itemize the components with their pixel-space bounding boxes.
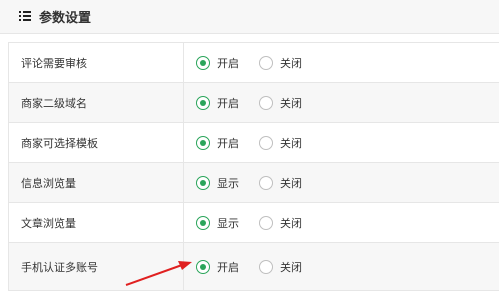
option-label: 关闭 [280,216,302,230]
option-label: 开启 [217,136,239,150]
option-label: 关闭 [280,96,302,110]
row-label: 商家二级域名 [9,83,184,122]
option-disable[interactable]: 关闭 [259,243,302,290]
settings-row-comment-review: 评论需要审核 开启 关闭 [9,43,499,83]
list-icon [19,11,31,22]
radio-button[interactable] [259,215,273,230]
row-label: 文章浏览量 [9,203,184,242]
option-disable[interactable]: 关闭 [259,123,302,162]
option-label: 开启 [217,56,239,70]
radio-button-selected[interactable] [196,215,210,230]
option-enable[interactable]: 开启 [196,43,239,82]
option-disable[interactable]: 关闭 [259,203,302,242]
option-show[interactable]: 显示 [196,203,239,242]
option-label: 关闭 [280,56,302,70]
settings-row-subdomain: 商家二级域名 开启 关闭 [9,83,499,123]
radio-button-selected[interactable] [196,95,210,110]
option-label: 显示 [217,176,239,190]
option-label: 开启 [217,96,239,110]
radio-button[interactable] [259,135,273,150]
option-disable[interactable]: 关闭 [259,43,302,82]
settings-row-info-views: 信息浏览量 显示 关闭 [9,163,499,203]
settings-row-phone-multi-account: 手机认证多账号 开启 关闭 [9,243,499,291]
row-label: 评论需要审核 [9,43,184,82]
option-disable[interactable]: 关闭 [259,163,302,202]
radio-button-selected[interactable] [196,55,210,70]
option-show[interactable]: 显示 [196,163,239,202]
option-disable[interactable]: 关闭 [259,83,302,122]
option-label: 显示 [217,216,239,230]
option-label: 关闭 [280,176,302,190]
section-header: 参数设置 [0,0,499,34]
row-label: 信息浏览量 [9,163,184,202]
radio-button-selected[interactable] [196,175,210,190]
section-title: 参数设置 [39,11,92,26]
option-enable[interactable]: 开启 [196,123,239,162]
option-label: 关闭 [280,136,302,150]
option-label: 开启 [217,260,239,274]
radio-button[interactable] [259,95,273,110]
radio-button-selected[interactable] [196,135,210,150]
settings-table: 评论需要审核 开启 关闭 商家二级域名 开启 关闭 商家可选择模板 开启 关闭 [8,42,499,291]
settings-row-article-views: 文章浏览量 显示 关闭 [9,203,499,243]
row-label: 商家可选择模板 [9,123,184,162]
radio-button[interactable] [259,259,273,274]
red-arrow-annotation [125,261,192,286]
option-label: 关闭 [280,260,302,274]
radio-button[interactable] [259,175,273,190]
radio-button[interactable] [259,55,273,70]
option-enable[interactable]: 开启 [196,83,239,122]
option-enable[interactable]: 开启 [196,243,239,290]
settings-row-template: 商家可选择模板 开启 关闭 [9,123,499,163]
